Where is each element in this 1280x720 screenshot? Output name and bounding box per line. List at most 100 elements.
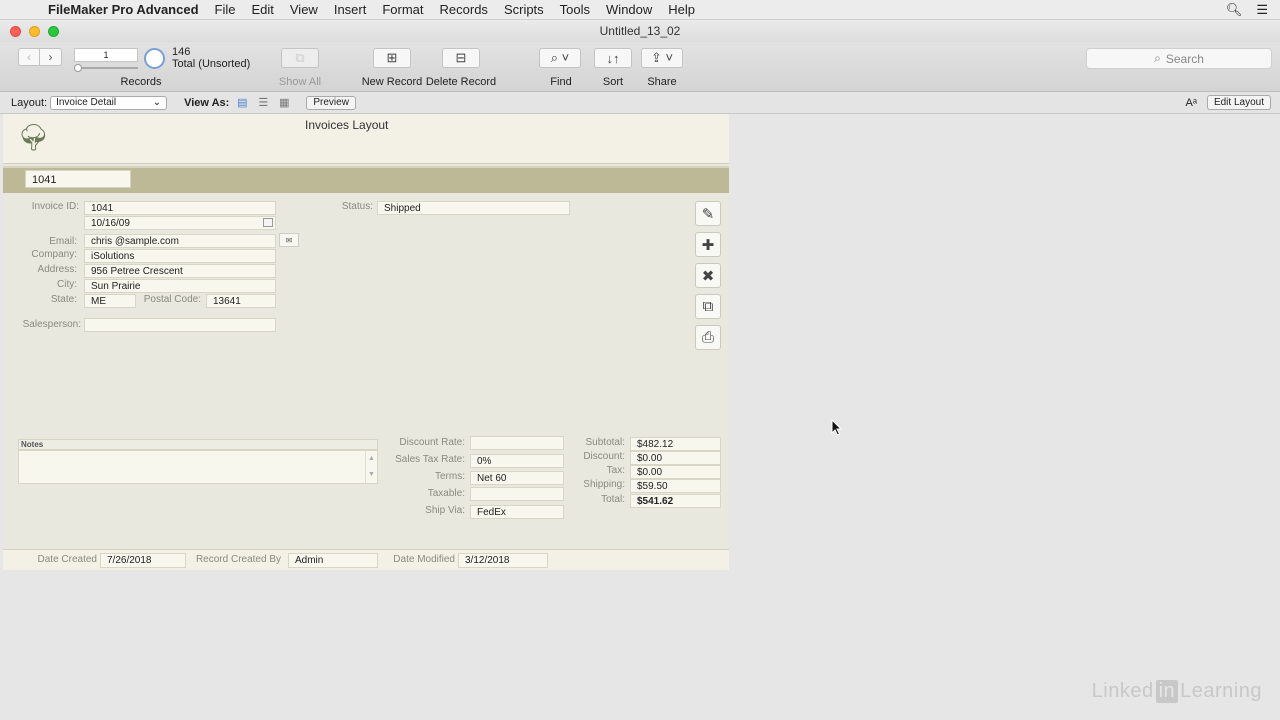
show-all-button[interactable]: ⧉ xyxy=(281,48,319,68)
share-icon: ⇪ ˅ xyxy=(650,50,674,65)
tax-field[interactable]: $0.00 xyxy=(630,465,721,479)
quick-find-search-field[interactable]: ⌕ Search xyxy=(1086,48,1272,69)
plus-icon: ⊞ xyxy=(386,50,398,65)
minimize-window-button[interactable] xyxy=(29,26,40,37)
menu-records[interactable]: Records xyxy=(440,2,488,17)
layout-title: Invoices Layout xyxy=(305,118,389,132)
new-record-button[interactable]: ⊞ xyxy=(373,48,411,68)
shipping-field[interactable]: $59.50 xyxy=(630,479,721,493)
menu-format[interactable]: Format xyxy=(382,2,423,17)
invoice-layout: 🌳︎ Invoices Layout 1041 Invoice ID: 1041… xyxy=(3,114,729,570)
share-button[interactable]: ⇪ ˅ xyxy=(641,48,683,68)
window-titlebar: Untitled_13_02 xyxy=(0,20,1280,42)
duplicate-icon: ⧉ xyxy=(702,298,714,315)
layout-label: Layout: xyxy=(11,96,48,109)
delete-button[interactable]: ✖ xyxy=(695,263,721,288)
menu-insert[interactable]: Insert xyxy=(334,2,367,17)
list-view-icon[interactable]: ☰ xyxy=(256,97,270,109)
magnifier-icon: ⌕ ˅ xyxy=(550,50,570,65)
duplicate-record-button[interactable]: ⧉ xyxy=(695,294,721,319)
header-invoice-id-field[interactable]: 1041 xyxy=(25,170,131,188)
postal-code-field[interactable]: 13641 xyxy=(206,294,276,308)
date-created-field[interactable]: 7/26/2018 xyxy=(100,553,186,568)
minus-icon: ⊟ xyxy=(455,50,467,65)
notes-field[interactable]: ▲ ▼ xyxy=(18,450,378,484)
state-label: State: xyxy=(50,294,77,305)
chevron-down-icon: ⌄ xyxy=(152,97,162,108)
shipping-label: Shipping: xyxy=(583,479,625,490)
status-field[interactable]: Shipped xyxy=(377,201,570,215)
invoice-date-field[interactable]: 10/16/09 xyxy=(84,216,276,230)
spotlight-search-icon[interactable]: 🔍︎ xyxy=(1226,2,1243,18)
menu-tools[interactable]: Tools xyxy=(560,2,590,17)
menu-view[interactable]: View xyxy=(290,2,318,17)
subtotal-field[interactable]: $482.12 xyxy=(630,437,721,451)
salesperson-label: Salesperson: xyxy=(22,319,81,330)
edit-record-button[interactable]: ✎ xyxy=(695,201,721,226)
company-field[interactable]: iSolutions xyxy=(84,249,276,263)
preview-button[interactable]: Preview xyxy=(306,95,356,110)
date-created-label: Date Created xyxy=(37,554,97,565)
state-field[interactable]: ME xyxy=(84,294,136,308)
total-label: Total: xyxy=(601,494,625,505)
share-label: Share xyxy=(647,76,677,88)
close-window-button[interactable] xyxy=(10,26,21,37)
add-record-button[interactable]: ✚ xyxy=(695,232,721,257)
next-record-button[interactable]: › xyxy=(40,48,62,66)
discount-rate-label: Discount Rate: xyxy=(399,437,465,448)
terms-label: Terms: xyxy=(435,471,465,482)
discount-rate-field[interactable] xyxy=(470,436,564,450)
taxable-field[interactable] xyxy=(470,487,564,501)
notes-label: Notes xyxy=(18,439,378,450)
plus-icon: ✚ xyxy=(701,236,715,254)
terms-field[interactable]: Net 60 xyxy=(470,471,564,485)
record-slider[interactable] xyxy=(74,67,138,69)
table-view-icon[interactable]: ▦ xyxy=(277,97,291,109)
menu-scripts[interactable]: Scripts xyxy=(504,2,544,17)
address-label: Address: xyxy=(37,264,77,275)
current-record-input[interactable]: 1 xyxy=(74,48,138,62)
notification-center-icon[interactable]: ☰ xyxy=(1256,2,1268,18)
record-slider-handle[interactable] xyxy=(74,64,82,72)
previous-record-button[interactable]: ‹ xyxy=(18,48,40,66)
form-view-icon[interactable]: ▤ xyxy=(235,97,249,109)
notes-scrollbar[interactable]: ▲ ▼ xyxy=(365,451,377,483)
record-created-by-field[interactable]: Admin xyxy=(288,553,378,568)
address-field[interactable]: 956 Petree Crescent xyxy=(84,264,276,278)
calendar-icon[interactable] xyxy=(263,218,273,227)
record-total: 146 xyxy=(172,46,191,58)
envelope-icon: ✉ xyxy=(285,235,293,245)
edit-layout-button[interactable]: Edit Layout xyxy=(1206,95,1271,110)
delete-record-button[interactable]: ⊟ xyxy=(442,48,480,68)
invoice-id-field[interactable]: 1041 xyxy=(84,201,276,215)
zoom-window-button[interactable] xyxy=(48,26,59,37)
print-button[interactable]: ⎙ xyxy=(695,325,721,350)
app-menu[interactable]: FileMaker Pro Advanced xyxy=(48,2,199,17)
find-button[interactable]: ⌕ ˅ xyxy=(539,48,581,68)
formatting-bar-icon[interactable]: Aᵃ xyxy=(1186,97,1197,109)
layout-select-value: Invoice Detail xyxy=(56,97,117,108)
salesperson-field[interactable] xyxy=(84,318,276,332)
tree-logo-icon: 🌳︎ xyxy=(17,122,51,152)
menu-edit[interactable]: Edit xyxy=(251,2,273,17)
discount-field[interactable]: $0.00 xyxy=(630,451,721,465)
view-as-label: View As: xyxy=(184,96,230,109)
taxable-label: Taxable: xyxy=(427,488,465,499)
sort-button[interactable]: ↓↑ xyxy=(594,48,632,68)
total-field[interactable]: $541.62 xyxy=(630,494,721,508)
email-field[interactable]: chris @sample.com xyxy=(84,234,276,248)
send-email-button[interactable]: ✉ xyxy=(279,233,299,247)
city-field[interactable]: Sun Prairie xyxy=(84,279,276,293)
invoice-id-label: Invoice ID: xyxy=(31,201,79,212)
record-count: 146 Total (Unsorted) xyxy=(172,46,250,70)
layout-select[interactable]: Invoice Detail ⌄ xyxy=(50,95,168,110)
sales-tax-rate-field[interactable]: 0% xyxy=(470,454,564,468)
menu-help[interactable]: Help xyxy=(668,2,695,17)
subtotal-label: Subtotal: xyxy=(585,437,625,448)
date-modified-field[interactable]: 3/12/2018 xyxy=(458,553,548,568)
tax-label: Tax: xyxy=(606,465,625,476)
menu-window[interactable]: Window xyxy=(606,2,652,17)
ship-via-field[interactable]: FedEx xyxy=(470,505,564,519)
ship-via-label: Ship Via: xyxy=(425,505,465,516)
menu-file[interactable]: File xyxy=(215,2,236,17)
